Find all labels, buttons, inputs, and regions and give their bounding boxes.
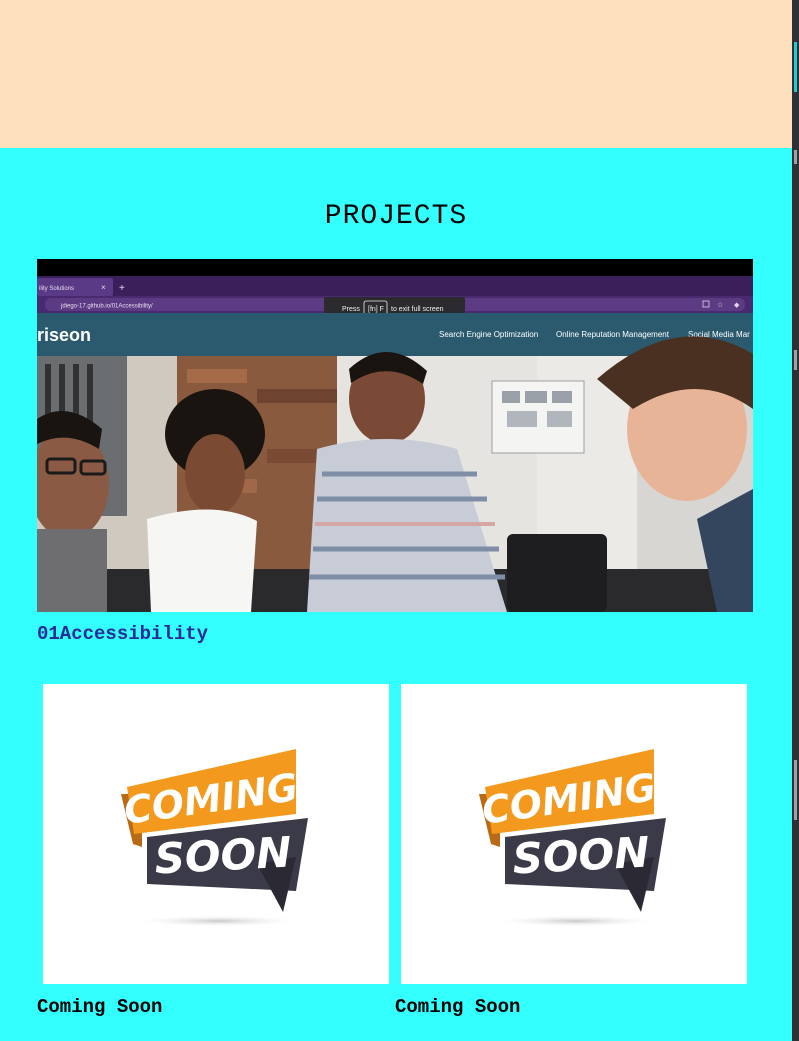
browser-tab-title: ility Solutions: [39, 286, 74, 292]
fullscreen-notice-suffix: to exit full screen: [391, 306, 444, 313]
window-edge-scrollbar[interactable]: [792, 0, 799, 1041]
svg-text:◆: ◆: [734, 302, 740, 309]
site-logo: riseon: [37, 325, 91, 345]
fullscreen-notice-prefix: Press: [342, 306, 360, 313]
card-caption-2: Coming Soon: [395, 996, 521, 1018]
browser-url: jdiego-17.github.io/01Accessibility/: [60, 304, 153, 310]
coming-soon-badge-bottom: SOON: [511, 827, 650, 883]
coming-soon-badge-bottom: SOON: [153, 827, 292, 883]
fullscreen-key: [fn] F: [368, 306, 384, 313]
new-tab-icon: +: [119, 283, 125, 294]
header-band: [0, 0, 792, 148]
browser-tab-close-icon: ×: [101, 283, 106, 292]
card-caption-1: Coming Soon: [37, 996, 163, 1018]
svg-text:☆: ☆: [717, 301, 723, 309]
page-title: PROJECTS: [324, 201, 468, 233]
featured-project-link[interactable]: 01Accessibility: [37, 623, 208, 645]
coming-soon-image-2[interactable]: COMING SOON: [401, 684, 747, 984]
site-nav-item-reputation: Online Reputation Management: [556, 330, 670, 339]
coming-soon-image-1[interactable]: COMING SOON: [43, 684, 389, 984]
site-nav-item-seo: Search Engine Optimization: [439, 330, 538, 339]
projects-section: PROJECTS ility Solutions × + jdiego-17.g…: [0, 148, 792, 1041]
featured-project-image[interactable]: ility Solutions × + jdiego-17.github.io/…: [37, 259, 753, 612]
